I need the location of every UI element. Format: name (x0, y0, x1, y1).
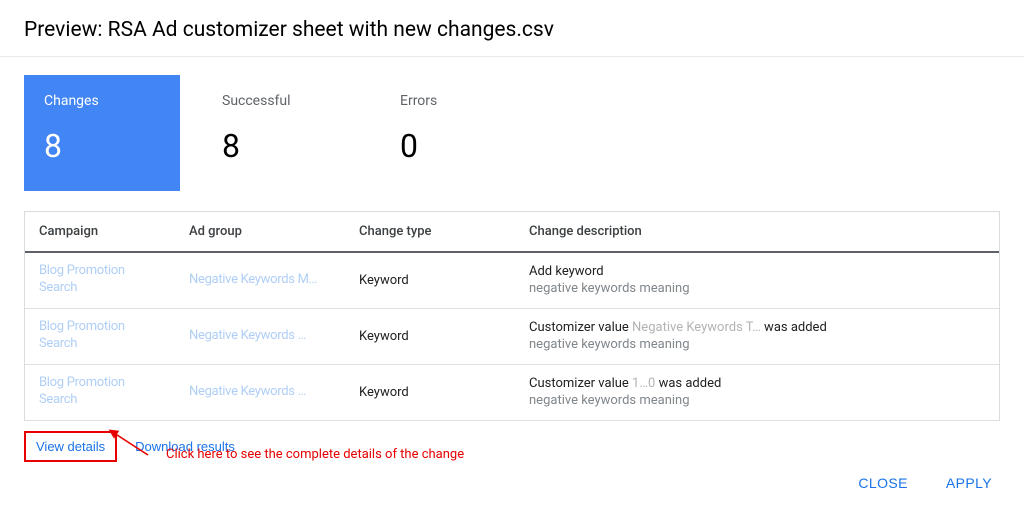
table-header-row: Campaign Ad group Change type Change des… (25, 212, 999, 252)
close-button[interactable]: CLOSE (844, 467, 921, 499)
stat-value: 8 (44, 127, 160, 165)
table-row[interactable]: Blog Promotion Search Negative Keywords … (25, 364, 999, 420)
changes-table: Campaign Ad group Change type Change des… (24, 211, 1000, 421)
cell-changetype: Keyword (345, 364, 515, 420)
table-row[interactable]: Blog Promotion Search Negative Keywords … (25, 308, 999, 364)
stat-card-successful[interactable]: Successful 8 (202, 75, 358, 191)
footer-buttons: CLOSE APPLY (844, 467, 1006, 499)
stat-label: Changes (44, 93, 160, 109)
stat-label: Successful (222, 93, 338, 109)
stats-row: Changes 8 Successful 8 Errors 0 (0, 57, 1024, 211)
desc-primary: Customizer value 1…0 was added (529, 376, 985, 391)
cell-changedesc: Customizer value Negative Keywords T… wa… (515, 308, 999, 364)
download-results-link[interactable]: Download results (129, 431, 241, 462)
cell-changedesc: Add keyword negative keywords meaning (515, 252, 999, 308)
view-details-link[interactable]: View details (30, 435, 111, 458)
cell-changetype: Keyword (345, 308, 515, 364)
col-header-changedesc[interactable]: Change description (515, 212, 999, 252)
cell-campaign[interactable]: Blog Promotion Search (25, 364, 175, 420)
actions-row: View details Download results (0, 421, 1024, 472)
page-title: Preview: RSA Ad customizer sheet with ne… (24, 18, 1000, 42)
stat-label: Errors (400, 93, 516, 109)
col-header-changetype[interactable]: Change type (345, 212, 515, 252)
table-row[interactable]: Blog Promotion Search Negative Keywords … (25, 252, 999, 308)
annotation-highlight-box: View details (24, 431, 117, 462)
col-header-adgroup[interactable]: Ad group (175, 212, 345, 252)
stat-value: 8 (222, 127, 338, 165)
stat-value: 0 (400, 127, 516, 165)
cell-adgroup[interactable]: Negative Keywords … (175, 308, 345, 364)
desc-secondary: negative keywords meaning (529, 337, 985, 352)
header: Preview: RSA Ad customizer sheet with ne… (0, 0, 1024, 57)
cell-campaign[interactable]: Blog Promotion Search (25, 252, 175, 308)
stat-card-errors[interactable]: Errors 0 (380, 75, 536, 191)
stat-card-changes[interactable]: Changes 8 (24, 75, 180, 191)
col-header-campaign[interactable]: Campaign (25, 212, 175, 252)
cell-changetype: Keyword (345, 252, 515, 308)
cell-adgroup[interactable]: Negative Keywords … (175, 364, 345, 420)
desc-secondary: negative keywords meaning (529, 281, 985, 296)
cell-adgroup[interactable]: Negative Keywords M… (175, 252, 345, 308)
cell-campaign[interactable]: Blog Promotion Search (25, 308, 175, 364)
desc-secondary: negative keywords meaning (529, 393, 985, 408)
apply-button[interactable]: APPLY (932, 467, 1006, 499)
desc-primary: Add keyword (529, 264, 985, 279)
desc-primary: Customizer value Negative Keywords T… wa… (529, 320, 985, 335)
cell-changedesc: Customizer value 1…0 was added negative … (515, 364, 999, 420)
